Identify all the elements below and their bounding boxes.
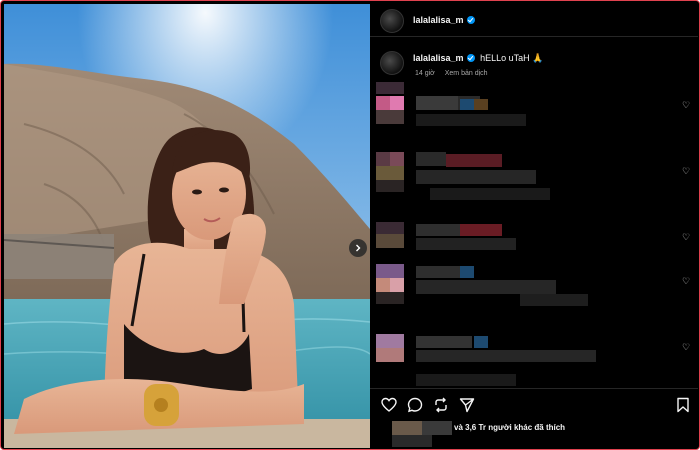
share-icon: [435, 397, 447, 413]
bookmark-icon: [677, 397, 689, 413]
post-photo[interactable]: [4, 4, 370, 448]
caption-avatar[interactable]: [380, 51, 404, 75]
author-username[interactable]: lalalalisa_m: [413, 15, 475, 25]
comment-like-icon[interactable]: ♡: [682, 276, 690, 287]
author-avatar[interactable]: [380, 9, 404, 33]
comment-like-icon[interactable]: ♡: [682, 166, 690, 177]
repost-button[interactable]: [433, 397, 449, 413]
post-caption: lalalalisa_m hELLo uTaH 🙏: [413, 53, 543, 64]
heart-icon: [381, 397, 397, 412]
post-time[interactable]: 14 giờ: [415, 70, 435, 77]
next-photo-button[interactable]: [349, 239, 367, 257]
post-window: lalalalisa_m lalalalisa_m hELLo uTaH 🙏 1…: [0, 0, 700, 450]
comment-like-icon[interactable]: ♡: [682, 100, 690, 111]
author-username-text[interactable]: lalalalisa_m: [413, 15, 464, 25]
caption-meta: 14 giờ Xem bản dịch: [415, 70, 496, 77]
send-icon: [459, 398, 475, 413]
post-header: lalalalisa_m: [370, 4, 698, 37]
post-actions: [370, 388, 698, 449]
send-button[interactable]: [459, 397, 475, 413]
caption-username[interactable]: lalalalisa_m: [413, 53, 464, 63]
like-button[interactable]: [381, 397, 397, 413]
comment-like-icon[interactable]: ♡: [682, 342, 690, 353]
photo-illustration: [4, 4, 370, 448]
translate-link[interactable]: Xem bản dịch: [445, 70, 488, 77]
save-button[interactable]: [675, 397, 691, 413]
likes-summary[interactable]: và 3,6 Tr người khác đã thích: [454, 423, 565, 432]
caption-text: hELLo uTaH 🙏: [480, 53, 544, 63]
verified-badge-icon: [466, 16, 475, 24]
comment-button[interactable]: [407, 397, 423, 413]
verified-badge-icon: [466, 54, 475, 62]
comments-panel: lalalalisa_m lalalalisa_m hELLo uTaH 🙏 1…: [370, 4, 698, 448]
comment-like-icon[interactable]: ♡: [682, 232, 690, 243]
chevron-right-icon: [356, 244, 361, 252]
comment-icon: [407, 397, 423, 413]
